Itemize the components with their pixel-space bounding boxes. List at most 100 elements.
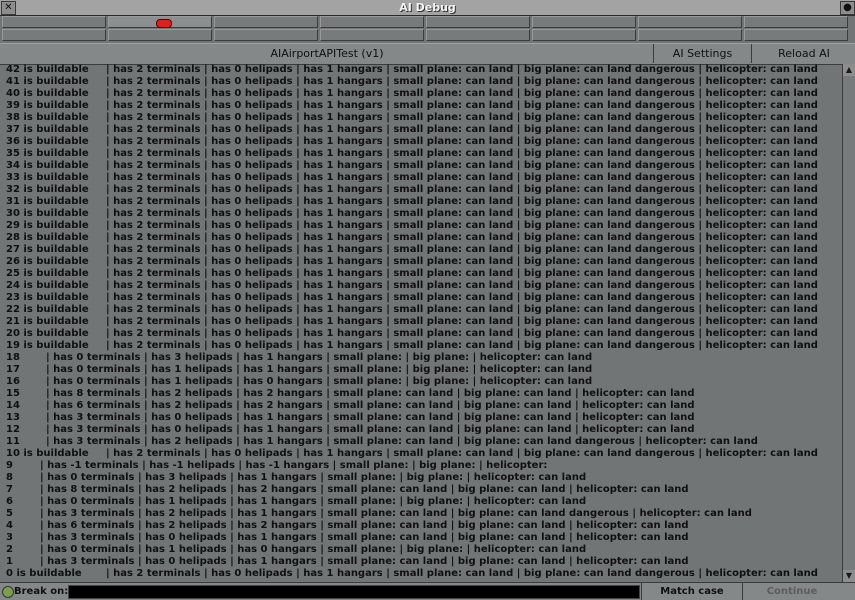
log-line-id: 10 is buildable	[6, 448, 89, 459]
company-tab[interactable]	[744, 16, 848, 28]
company-tab[interactable]	[638, 29, 742, 41]
company-tab[interactable]	[214, 16, 318, 28]
log-line-id: 30 is buildable	[6, 208, 89, 219]
log-line-text: | has 2 terminals | has 0 helipads | has…	[106, 100, 818, 111]
log-line-text: | has 2 terminals | has 0 helipads | has…	[106, 232, 818, 243]
company-tab[interactable]	[2, 16, 106, 28]
log-line: 16 | has 0 terminals | has 1 helipads | h…	[2, 376, 841, 388]
log-line: 30 is buildable | has 2 terminals | has 0…	[2, 208, 841, 220]
company-tab[interactable]	[108, 29, 212, 41]
match-case-button[interactable]: Match case	[641, 583, 742, 600]
log-line-id: 28 is buildable	[6, 232, 89, 243]
log-line-id: 33 is buildable	[6, 172, 89, 183]
log-line: 20 is buildable | has 2 terminals | has 0…	[2, 328, 841, 340]
log-line: 31 is buildable | has 2 terminals | has 0…	[2, 196, 841, 208]
log-line-id: 20 is buildable	[6, 328, 89, 339]
ai-settings-button[interactable]: AI Settings	[653, 44, 751, 63]
continue-button[interactable]: Continue	[742, 583, 841, 600]
log-line-text: | has 2 terminals | has 0 helipads | has…	[106, 76, 818, 87]
log-line-id: 35 is buildable	[6, 148, 89, 159]
status-bar: Break on: Match case Continue	[0, 582, 855, 600]
log-line-id: 36 is buildable	[6, 136, 89, 147]
debug-log[interactable]: 42 is buildable | has 2 terminals | has 0…	[2, 64, 841, 582]
company-color-icon	[156, 19, 172, 28]
log-line: 22 is buildable | has 2 terminals | has 0…	[2, 304, 841, 316]
company-tab[interactable]	[426, 29, 530, 41]
company-tab[interactable]	[426, 16, 530, 28]
log-line-text: | has 2 terminals | has 0 helipads | has…	[106, 304, 818, 315]
log-line-text: | has 3 terminals | has 0 helipads | has…	[46, 412, 695, 423]
log-line: 9 | has -1 terminals | has -1 helipads | …	[2, 460, 841, 472]
log-line: 0 is buildable | has 2 terminals | has 0 …	[2, 568, 841, 580]
log-line-text: | has 3 terminals | has 0 helipads | has…	[46, 424, 695, 435]
log-line-text: | has 3 terminals | has 0 helipads | has…	[40, 532, 689, 543]
company-tab[interactable]	[2, 29, 106, 41]
company-tab[interactable]	[638, 16, 742, 28]
company-tab[interactable]	[320, 16, 424, 28]
company-tab[interactable]	[532, 29, 636, 41]
log-line-text: | has 2 terminals | has 0 helipads | has…	[106, 160, 818, 171]
company-tab[interactable]	[532, 16, 636, 28]
log-line-id: 15	[6, 388, 20, 399]
ai-name-label: AIAirportAPITest (v1)	[270, 47, 384, 60]
log-line-text: | has 0 terminals | has 3 helipads | has…	[40, 472, 587, 483]
company-tab[interactable]	[214, 29, 318, 41]
log-line-text: | has 0 terminals | has 3 helipads | has…	[46, 352, 593, 363]
company-tab[interactable]	[744, 29, 848, 41]
company-tab[interactable]	[108, 16, 212, 28]
log-line-id: 34 is buildable	[6, 160, 89, 171]
log-line-id: 1	[6, 556, 13, 567]
log-line: 29 is buildable | has 2 terminals | has 0…	[2, 220, 841, 232]
window-title: AI Debug	[399, 1, 456, 14]
log-line: 36 is buildable | has 2 terminals | has 0…	[2, 136, 841, 148]
log-line: 27 is buildable | has 2 terminals | has 0…	[2, 244, 841, 256]
log-line-id: 13	[6, 412, 20, 423]
log-line-id: 17	[6, 364, 20, 375]
log-line: 15 | has 8 terminals | has 2 helipads | h…	[2, 388, 841, 400]
log-line-id: 21 is buildable	[6, 316, 89, 327]
log-line-id: 41 is buildable	[6, 76, 89, 87]
log-line-text: | has 2 terminals | has 0 helipads | has…	[106, 292, 818, 303]
log-line: 28 is buildable | has 2 terminals | has 0…	[2, 232, 841, 244]
log-line-text: | has 2 terminals | has 0 helipads | has…	[106, 88, 818, 99]
log-line-id: 39 is buildable	[6, 100, 89, 111]
company-tab[interactable]	[320, 29, 424, 41]
log-line: 17 | has 0 terminals | has 1 helipads | h…	[2, 364, 841, 376]
log-line: 21 is buildable | has 2 terminals | has 0…	[2, 316, 841, 328]
log-line-id: 25 is buildable	[6, 268, 89, 279]
log-line-text: | has 0 terminals | has 1 helipads | has…	[46, 364, 593, 375]
log-line-id: 37 is buildable	[6, 124, 89, 135]
log-line-id: 26 is buildable	[6, 256, 89, 267]
log-line-id: 27 is buildable	[6, 244, 89, 255]
log-scrollbar[interactable]: ▲ ▼	[842, 64, 855, 582]
title-bar[interactable]: ✕ AI Debug ●	[0, 0, 855, 16]
log-line: 10 is buildable | has 2 terminals | has 0…	[2, 448, 841, 460]
status-indicator-icon	[2, 586, 14, 598]
log-line: 33 is buildable | has 2 terminals | has 0…	[2, 172, 841, 184]
log-line-text: | has 2 terminals | has 0 helipads | has…	[106, 208, 818, 219]
log-line: 13 | has 3 terminals | has 0 helipads | h…	[2, 412, 841, 424]
log-line: 3 | has 3 terminals | has 0 helipads | ha…	[2, 532, 841, 544]
scroll-up-icon[interactable]: ▲	[843, 64, 855, 76]
reload-ai-button[interactable]: Reload AI	[751, 44, 855, 63]
log-line-text: | has 2 terminals | has 0 helipads | has…	[106, 184, 818, 195]
log-line-id: 2	[6, 544, 13, 555]
log-line: 41 is buildable | has 2 terminals | has 0…	[2, 76, 841, 88]
log-line-text: | has 2 terminals | has 0 helipads | has…	[106, 172, 818, 183]
log-line-id: 11	[6, 436, 20, 447]
log-line-id: 8	[6, 472, 13, 483]
log-line-text: | has 2 terminals | has 0 helipads | has…	[106, 244, 818, 255]
log-line-text: | has 2 terminals | has 0 helipads | has…	[106, 268, 818, 279]
sticky-icon[interactable]: ●	[840, 1, 855, 15]
log-line: 7 | has 8 terminals | has 2 helipads | ha…	[2, 484, 841, 496]
log-line: 11 | has 3 terminals | has 2 helipads | h…	[2, 436, 841, 448]
log-line-id: 23 is buildable	[6, 292, 89, 303]
company-tabs	[0, 16, 855, 42]
scroll-down-icon[interactable]: ▼	[843, 570, 855, 582]
break-on-input[interactable]	[68, 585, 640, 599]
log-line-id: 31 is buildable	[6, 196, 89, 207]
log-line-text: | has 6 terminals | has 2 helipads | has…	[46, 400, 695, 411]
log-line: 5 | has 3 terminals | has 2 helipads | ha…	[2, 508, 841, 520]
log-line: 14 | has 6 terminals | has 2 helipads | h…	[2, 400, 841, 412]
log-line-text: | has 2 terminals | has 0 helipads | has…	[106, 136, 818, 147]
